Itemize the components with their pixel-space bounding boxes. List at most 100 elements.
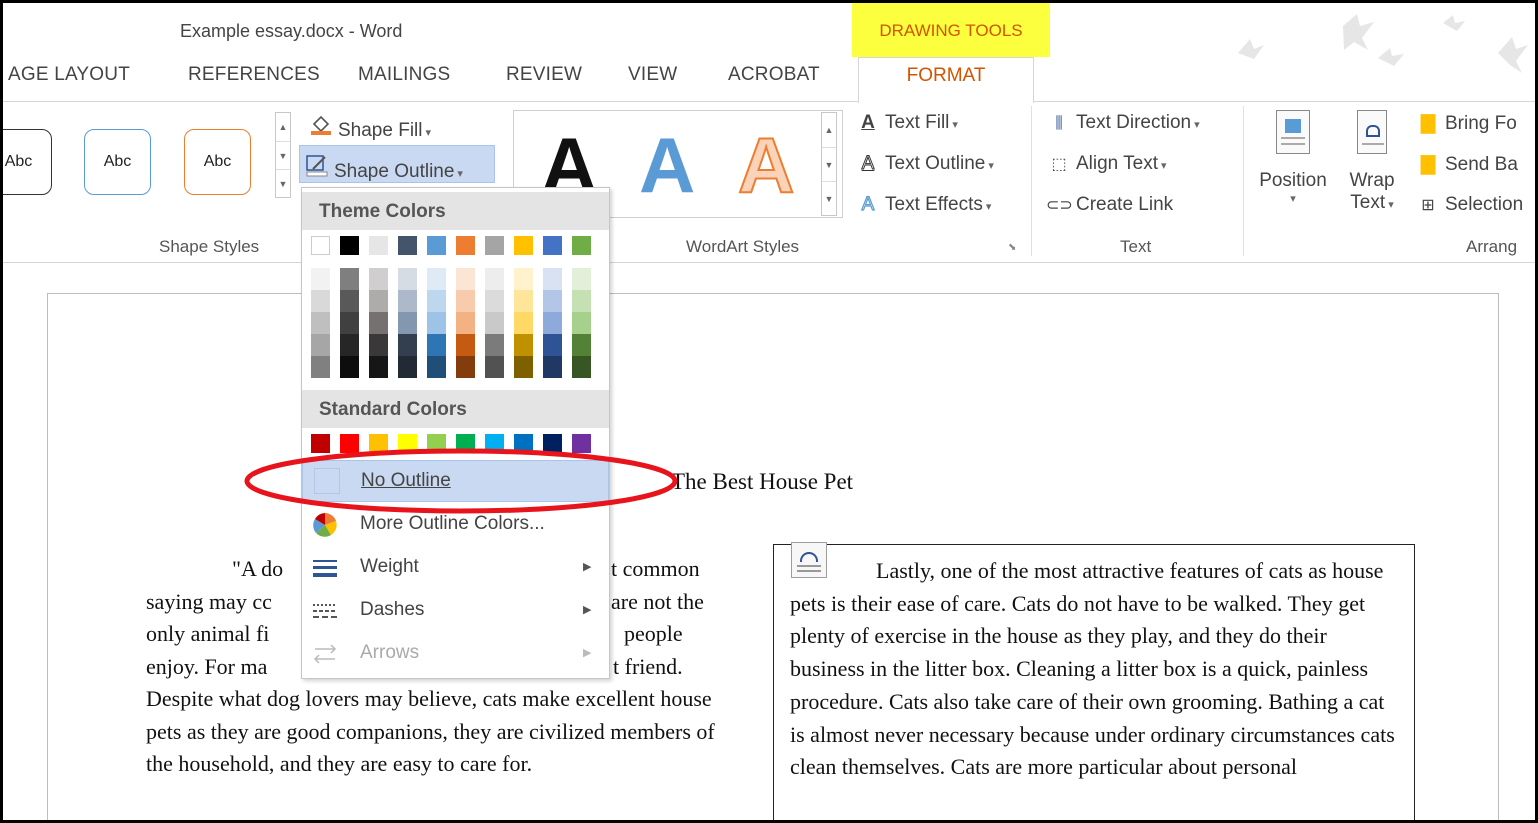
wordart-gallery-scroll[interactable]: ▲ ▼ ▼ xyxy=(821,112,837,216)
standard-color-swatch[interactable] xyxy=(340,434,359,453)
send-backward-button[interactable]: ▇ Send Ba xyxy=(1415,153,1518,176)
theme-color-swatch[interactable] xyxy=(427,356,446,378)
arrows-menu-item[interactable]: Arrows ▶ xyxy=(302,633,609,675)
no-outline-menu-item[interactable]: No Outline xyxy=(302,460,609,502)
theme-color-swatch[interactable] xyxy=(398,312,417,334)
theme-color-swatch[interactable] xyxy=(543,268,562,290)
shape-style-sample-dark[interactable]: Abc xyxy=(3,129,52,195)
theme-color-swatch[interactable] xyxy=(514,334,533,356)
tab-view[interactable]: VIEW xyxy=(628,64,677,86)
theme-color-swatch[interactable] xyxy=(485,236,504,255)
theme-color-swatch[interactable] xyxy=(514,268,533,290)
standard-color-swatch[interactable] xyxy=(572,434,591,453)
theme-color-swatch[interactable] xyxy=(485,290,504,312)
theme-color-swatch[interactable] xyxy=(398,236,417,255)
weight-menu-item[interactable]: Weight ▶ xyxy=(302,547,609,589)
theme-color-swatch[interactable] xyxy=(514,356,533,378)
theme-color-swatch[interactable] xyxy=(427,268,446,290)
theme-color-swatch[interactable] xyxy=(311,268,330,290)
theme-color-swatch[interactable] xyxy=(340,356,359,378)
dialog-launcher-icon[interactable]: ⬊ xyxy=(1008,242,1016,253)
theme-color-swatch[interactable] xyxy=(485,334,504,356)
theme-color-swatch[interactable] xyxy=(572,236,591,255)
more-outline-colors-menu-item[interactable]: More Outline Colors... xyxy=(302,504,609,546)
standard-color-swatch[interactable] xyxy=(311,434,330,453)
theme-color-swatch[interactable] xyxy=(572,312,591,334)
standard-color-swatch[interactable] xyxy=(456,434,475,453)
theme-color-swatch[interactable] xyxy=(398,268,417,290)
tab-mailings[interactable]: MAILINGS xyxy=(358,64,450,86)
theme-color-swatch[interactable] xyxy=(398,290,417,312)
wordart-style-orange-outline[interactable]: A xyxy=(737,120,795,211)
selection-pane-button[interactable]: ⊞ Selection xyxy=(1415,194,1523,216)
theme-color-swatch[interactable] xyxy=(456,334,475,356)
theme-color-swatch[interactable] xyxy=(456,290,475,312)
theme-color-swatch[interactable] xyxy=(543,290,562,312)
text-outline-button[interactable]: A Text Outline ▾ xyxy=(855,153,994,175)
theme-color-swatch[interactable] xyxy=(369,268,388,290)
theme-color-swatch[interactable] xyxy=(311,334,330,356)
bring-forward-button[interactable]: ▇ Bring Fo xyxy=(1415,112,1517,135)
dashes-menu-item[interactable]: Dashes ▶ xyxy=(302,590,609,632)
wrap-text-button[interactable]: Wrap Text ▾ xyxy=(1343,110,1401,214)
tab-review[interactable]: REVIEW xyxy=(506,64,582,86)
text-effects-button[interactable]: A Text Effects ▾ xyxy=(855,193,991,216)
theme-color-swatch[interactable] xyxy=(543,334,562,356)
theme-color-swatch[interactable] xyxy=(514,312,533,334)
shape-fill-button[interactable]: Shape Fill ▾ xyxy=(308,112,431,142)
tab-acrobat[interactable]: ACROBAT xyxy=(728,64,820,86)
theme-color-swatch[interactable] xyxy=(485,312,504,334)
theme-color-swatch[interactable] xyxy=(311,290,330,312)
standard-color-swatch[interactable] xyxy=(514,434,533,453)
standard-color-swatch[interactable] xyxy=(398,434,417,453)
theme-color-swatch[interactable] xyxy=(456,356,475,378)
shape-style-sample-blue[interactable]: Abc xyxy=(84,129,151,195)
theme-color-swatch[interactable] xyxy=(340,236,359,255)
create-link-button[interactable]: ⊂⊃ Create Link xyxy=(1046,194,1173,216)
tab-page-layout[interactable]: AGE LAYOUT xyxy=(8,64,130,86)
standard-color-swatch[interactable] xyxy=(543,434,562,453)
theme-color-swatch[interactable] xyxy=(369,356,388,378)
theme-color-swatch[interactable] xyxy=(543,312,562,334)
layout-options-icon[interactable] xyxy=(791,542,827,578)
text-direction-button[interactable]: ⫼ Text Direction ▾ xyxy=(1046,112,1199,134)
theme-color-swatch[interactable] xyxy=(427,290,446,312)
theme-color-swatch[interactable] xyxy=(369,334,388,356)
theme-color-swatch[interactable] xyxy=(427,236,446,255)
theme-color-swatch[interactable] xyxy=(456,268,475,290)
theme-color-swatch[interactable] xyxy=(340,312,359,334)
tab-format[interactable]: FORMAT xyxy=(858,57,1034,103)
selected-text-box[interactable]: Lastly, one of the most attractive featu… xyxy=(773,544,1415,820)
theme-color-swatch[interactable] xyxy=(456,236,475,255)
theme-color-swatch[interactable] xyxy=(340,268,359,290)
theme-color-swatch[interactable] xyxy=(485,356,504,378)
theme-color-swatch[interactable] xyxy=(572,268,591,290)
theme-color-swatch[interactable] xyxy=(427,312,446,334)
theme-color-swatch[interactable] xyxy=(398,334,417,356)
theme-color-swatch[interactable] xyxy=(514,290,533,312)
theme-color-swatch[interactable] xyxy=(543,356,562,378)
theme-color-swatch[interactable] xyxy=(456,312,475,334)
theme-color-swatch[interactable] xyxy=(485,268,504,290)
theme-color-swatch[interactable] xyxy=(514,236,533,255)
theme-color-swatch[interactable] xyxy=(572,290,591,312)
standard-color-swatch[interactable] xyxy=(427,434,446,453)
standard-color-swatch[interactable] xyxy=(369,434,388,453)
shape-outline-button[interactable]: Shape Outline ▾ xyxy=(304,153,463,183)
standard-color-swatch[interactable] xyxy=(485,434,504,453)
theme-color-swatch[interactable] xyxy=(311,356,330,378)
theme-color-swatch[interactable] xyxy=(369,236,388,255)
theme-color-swatch[interactable] xyxy=(340,290,359,312)
theme-color-swatch[interactable] xyxy=(398,356,417,378)
align-text-button[interactable]: ⬚ Align Text ▾ xyxy=(1046,153,1166,175)
shape-styles-gallery-scroll[interactable]: ▲ ▼ ▼ xyxy=(275,112,291,198)
theme-color-swatch[interactable] xyxy=(369,290,388,312)
theme-color-swatch[interactable] xyxy=(369,312,388,334)
theme-color-swatch[interactable] xyxy=(572,334,591,356)
position-button[interactable]: Position ▾ xyxy=(1253,110,1333,205)
wordart-style-blue[interactable]: A xyxy=(639,120,695,211)
text-fill-button[interactable]: A Text Fill ▾ xyxy=(855,112,958,134)
theme-color-swatch[interactable] xyxy=(311,312,330,334)
shape-style-sample-orange[interactable]: Abc xyxy=(184,129,251,195)
theme-color-swatch[interactable] xyxy=(543,236,562,255)
